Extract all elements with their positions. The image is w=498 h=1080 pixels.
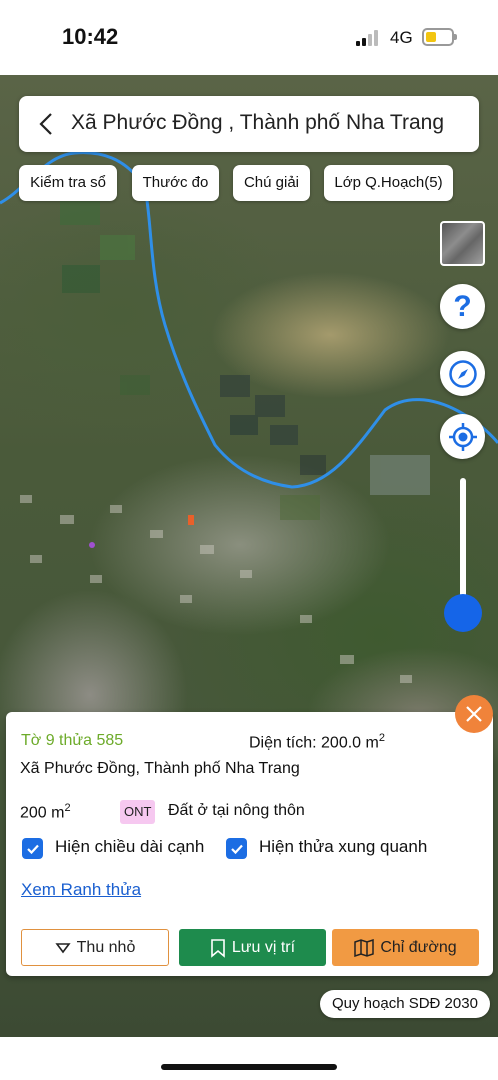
- compass-icon: [448, 359, 477, 388]
- checkbox-label: Hiện chiều dài cạnh: [55, 837, 205, 856]
- checkbox-checked-icon[interactable]: [22, 838, 43, 859]
- status-bar: 10:42 4G: [0, 0, 498, 75]
- help-icon: ?: [453, 289, 472, 323]
- location-header: Xã Phước Đồng , Thành phố Nha Trang: [19, 96, 479, 152]
- chip-check-certificate[interactable]: Kiểm tra sổ: [19, 165, 117, 201]
- signal-icon: [356, 30, 382, 46]
- home-area: [0, 1037, 498, 1080]
- opacity-slider-knob[interactable]: [444, 594, 482, 632]
- parcel-area-text: Diện tích: 200.0 m: [249, 734, 379, 752]
- location-title: Xã Phước Đồng , Thành phố Nha Trang: [71, 111, 445, 134]
- shrink-button[interactable]: Thu nhỏ: [21, 929, 169, 966]
- land-use-area-sup: 2: [64, 802, 71, 814]
- directions-button[interactable]: Chỉ đường: [332, 929, 479, 966]
- view-boundary-link[interactable]: Xem Ranh thửa: [21, 880, 141, 900]
- help-button[interactable]: ?: [440, 284, 485, 329]
- chip-planning-layers[interactable]: Lớp Q.Hoạch(5): [324, 165, 453, 201]
- checkbox-show-edge-lengths[interactable]: Hiện chiều dài cạnh: [22, 836, 222, 862]
- locate-icon: [448, 422, 477, 451]
- planning-label[interactable]: Quy hoạch SDĐ 2030: [320, 990, 490, 1018]
- compass-button[interactable]: [440, 351, 485, 396]
- chip-ruler[interactable]: Thước đo: [132, 165, 219, 201]
- parcel-address: Xã Phước Đồng, Thành phố Nha Trang: [20, 760, 300, 777]
- land-use-area: 200 m2: [20, 802, 71, 822]
- map-icon: [354, 938, 375, 957]
- land-type: Đất ở tại nông thôn: [168, 802, 305, 819]
- land-code-badge: ONT: [120, 800, 156, 824]
- parcel-id: Tờ 9 thửa 585: [21, 732, 124, 749]
- parcel-area: Diện tích: 200.0 m2: [249, 732, 385, 752]
- save-location-label: Lưu vị trí: [231, 938, 296, 956]
- triangle-down-icon: [55, 942, 71, 953]
- close-icon: [466, 706, 482, 722]
- parcel-marker: [188, 515, 194, 525]
- network-type: 4G: [390, 28, 413, 47]
- status-time: 10:42: [62, 24, 119, 49]
- checkbox-label: Hiện thửa xung quanh: [259, 837, 428, 856]
- map-layer-toggle[interactable]: [440, 221, 485, 266]
- land-use-row: 200 m2 ONT Đất ở tại nông thôn: [20, 800, 480, 824]
- parcel-area-unit-sup: 2: [378, 732, 385, 744]
- poi-dot: [89, 542, 95, 548]
- chip-legend[interactable]: Chú giải: [233, 165, 310, 201]
- back-arrow-icon[interactable]: [33, 110, 61, 138]
- bookmark-icon: [211, 938, 225, 958]
- close-card-button[interactable]: [455, 695, 493, 733]
- land-use-area-text: 200 m: [20, 804, 65, 822]
- parcel-info-card: Tờ 9 thửa 585 Diện tích: 200.0 m2 Xã Phư…: [6, 712, 493, 976]
- home-indicator[interactable]: [161, 1064, 337, 1070]
- directions-label: Chỉ đường: [380, 938, 457, 956]
- shrink-label: Thu nhỏ: [76, 938, 136, 956]
- checkbox-checked-icon[interactable]: [226, 838, 247, 859]
- town-area: [20, 495, 412, 683]
- save-location-button[interactable]: Lưu vị trí: [179, 929, 326, 966]
- my-location-button[interactable]: [440, 414, 485, 459]
- opacity-slider-track[interactable]: [460, 478, 466, 613]
- battery-icon: [422, 28, 457, 46]
- checkbox-show-neighbors[interactable]: Hiện thửa xung quanh: [226, 836, 456, 862]
